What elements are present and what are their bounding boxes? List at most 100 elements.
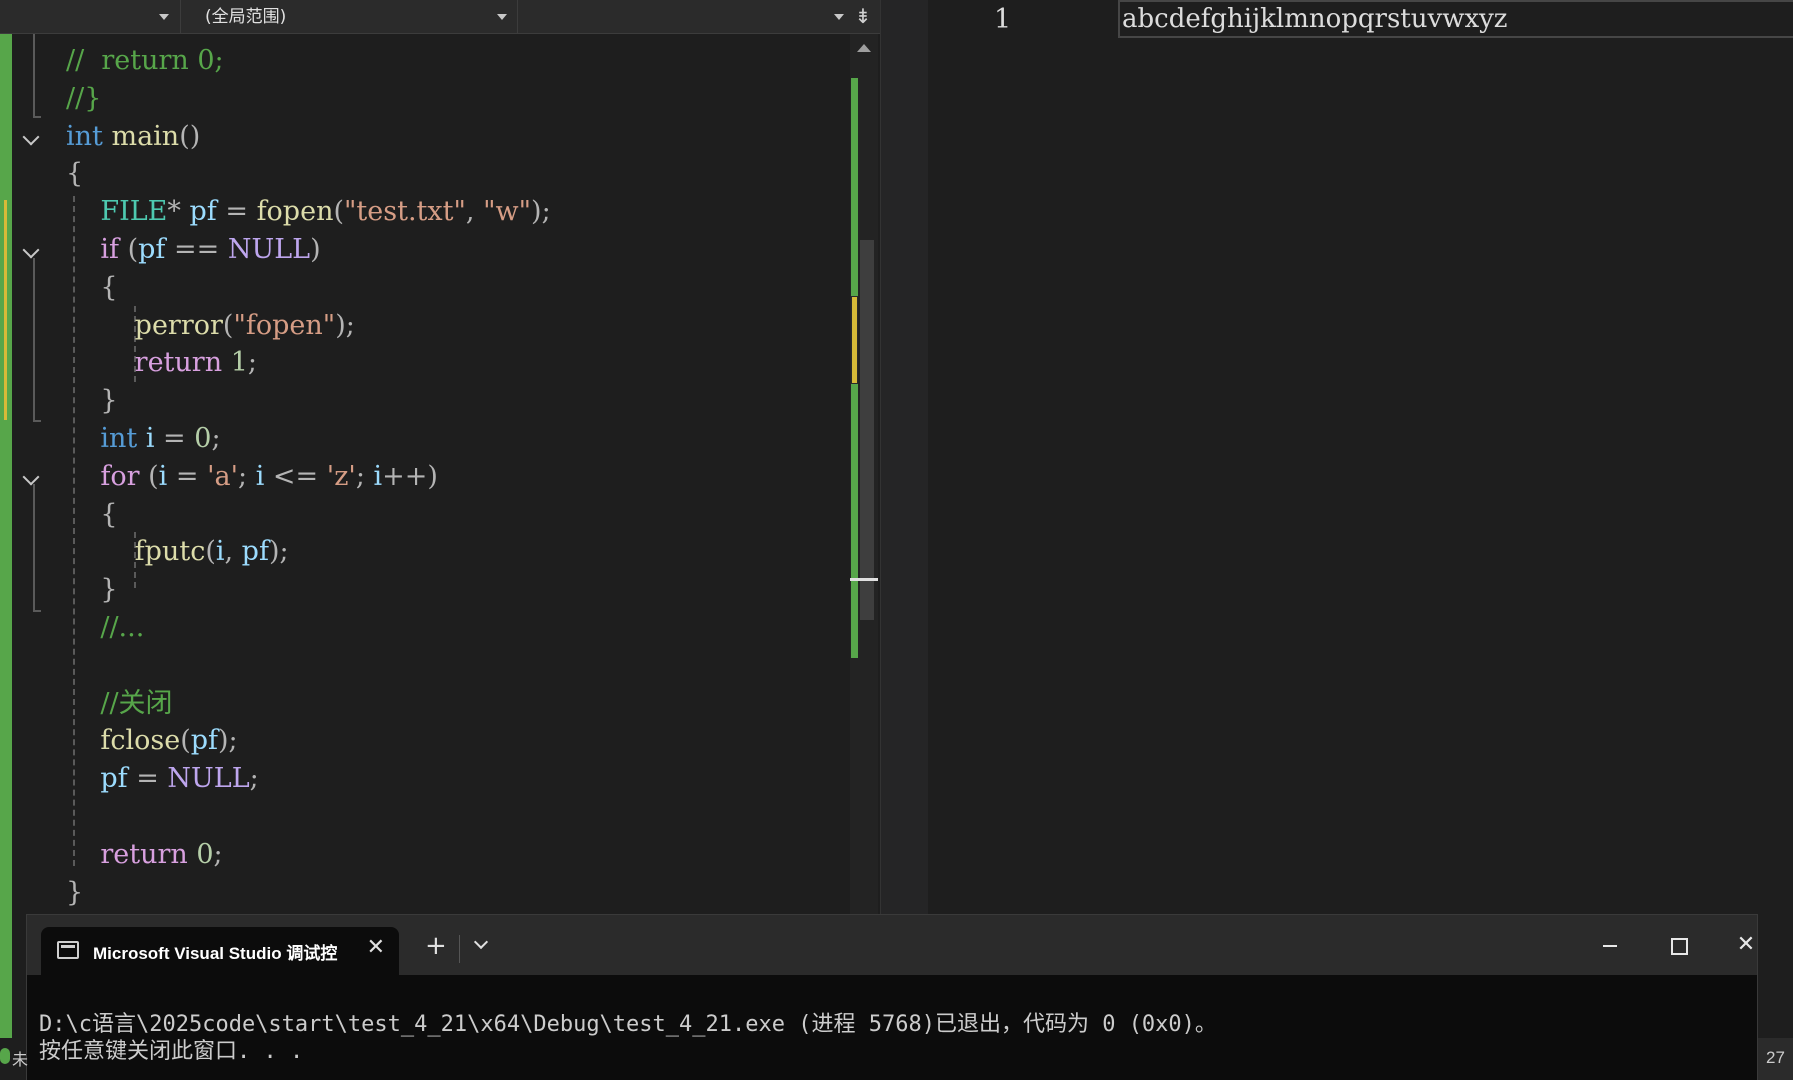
code-token: { <box>100 271 118 303</box>
code-token: ( <box>205 536 216 568</box>
code-token: * <box>167 196 190 228</box>
code-token: ); <box>531 196 551 228</box>
code-line[interactable]: return 1; <box>66 344 551 382</box>
chevron-down-icon <box>834 14 844 20</box>
code-line[interactable]: //} <box>66 80 551 118</box>
code-token: //关闭 <box>100 687 173 719</box>
pane-divider[interactable] <box>880 0 928 914</box>
scope-dropdown-label: (全局范围) <box>205 7 287 27</box>
minimize-icon[interactable] <box>1587 927 1633 963</box>
code-token: i <box>215 536 225 568</box>
code-line[interactable]: pf = NULL; <box>66 760 551 798</box>
status-left: 未 <box>0 1038 28 1080</box>
chevron-down-icon[interactable] <box>473 937 491 955</box>
terminal-output[interactable]: D:\c语言\2025code\start\test_4_21\x64\Debu… <box>39 1011 1217 1065</box>
code-token: ) <box>310 233 321 265</box>
code-line[interactable]: } <box>66 874 551 912</box>
code-token: 0 <box>194 422 212 454</box>
code-token: fclose <box>100 725 181 757</box>
terminal-app-icon <box>57 941 79 959</box>
fold-region-line <box>33 258 41 422</box>
plus-icon[interactable]: + <box>425 931 447 961</box>
scrollbar-caret-marker <box>850 578 878 581</box>
change-indicator-saved <box>0 34 12 1080</box>
code-token: NULL <box>167 763 250 795</box>
code-line[interactable]: perror("fopen"); <box>66 307 551 345</box>
code-line[interactable]: { <box>66 269 551 307</box>
code-token: } <box>100 385 118 417</box>
text-file-editor[interactable]: 1 abcdefghijklmnopqrstuvwxyz <box>928 0 1793 914</box>
code-line[interactable]: { <box>66 155 551 193</box>
code-line[interactable]: //关闭 <box>66 685 551 723</box>
code-line[interactable] <box>66 798 551 836</box>
code-token: 0 <box>196 838 214 870</box>
terminal-tab[interactable]: Microsoft Visual Studio 调试控 ✕ <box>41 927 399 975</box>
code-line[interactable]: return 0; <box>66 836 551 874</box>
code-token: fopen <box>256 196 334 228</box>
code-line[interactable]: { <box>66 496 551 534</box>
code-token: pf <box>189 196 217 228</box>
close-icon[interactable]: ✕ <box>1723 927 1769 963</box>
code-line[interactable]: //... <box>66 609 551 647</box>
code-line[interactable]: FILE* pf = fopen("test.txt", "w"); <box>66 193 551 231</box>
code-line[interactable]: int main() <box>66 118 551 156</box>
project-dropdown[interactable] <box>0 0 175 34</box>
close-icon[interactable]: ✕ <box>367 935 385 960</box>
code-token: ; <box>355 460 374 492</box>
code-token: int <box>100 422 138 454</box>
vertical-scrollbar[interactable] <box>850 34 878 914</box>
chevron-down-icon <box>497 14 507 20</box>
code-token: () <box>179 120 201 152</box>
scrollbar-thumb[interactable] <box>860 240 874 620</box>
code-token: , <box>465 196 484 228</box>
fold-region-line <box>33 484 41 612</box>
code-token: //... <box>100 611 145 643</box>
code-token: pf <box>100 763 128 795</box>
code-token: 'a' <box>207 460 239 492</box>
code-token: = <box>154 422 195 454</box>
code-token: ); <box>268 536 289 568</box>
code-token: "w" <box>483 196 532 228</box>
code-text[interactable]: // return 0;//} int main(){ FILE* pf = fo… <box>66 42 551 911</box>
code-token: , <box>224 536 242 568</box>
terminal-tab-title: Microsoft Visual Studio 调试控 <box>93 944 338 963</box>
code-token: ); <box>335 309 355 341</box>
code-token: return <box>134 347 223 379</box>
code-line[interactable]: } <box>66 571 551 609</box>
code-token: <= <box>264 460 327 492</box>
text-file-line[interactable]: abcdefghijklmnopqrstuvwxyz <box>1118 0 1793 38</box>
scope-dropdown[interactable]: (全局范围) <box>180 0 513 34</box>
code-line[interactable]: fclose(pf); <box>66 722 551 760</box>
code-token: ( <box>222 309 234 341</box>
terminal-tab-bar: Microsoft Visual Studio 调试控 ✕ + ✕ <box>27 915 1757 975</box>
code-line[interactable]: if (pf == NULL) <box>66 231 551 269</box>
code-token: pf <box>138 233 166 265</box>
code-line[interactable] <box>66 647 551 685</box>
code-token: perror <box>134 309 223 341</box>
split-view-icon[interactable]: ⇟ <box>852 5 874 29</box>
code-token: ; <box>213 838 223 870</box>
code-line[interactable]: for (i = 'a'; i <= 'z'; i++) <box>66 458 551 496</box>
member-dropdown[interactable] <box>517 0 850 34</box>
code-token: // return 0; <box>66 45 224 76</box>
code-token: main <box>111 120 180 152</box>
fold-toggle-main[interactable] <box>20 128 44 152</box>
code-line[interactable]: // return 0; <box>66 42 551 80</box>
code-line[interactable]: int i = 0; <box>66 420 551 458</box>
maximize-icon[interactable] <box>1655 927 1701 963</box>
screen: (全局范围) ⇟ // return 0;//} int main(){ FILE… <box>0 0 1793 1080</box>
terminal-output-line: D:\c语言\2025code\start\test_4_21\x64\Debu… <box>39 1012 1217 1037</box>
code-token: FILE <box>100 196 168 228</box>
code-line[interactable]: fputc(i, pf); <box>66 533 551 571</box>
scroll-up-icon[interactable] <box>857 44 871 52</box>
code-line[interactable]: } <box>66 382 551 420</box>
